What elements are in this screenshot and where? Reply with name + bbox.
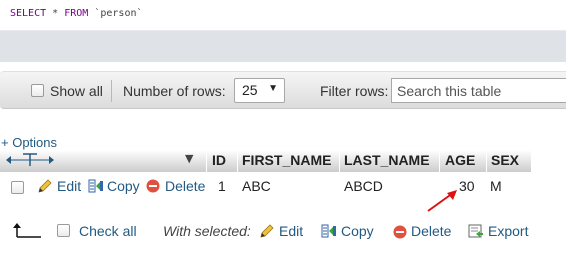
show-all-checkbox[interactable] bbox=[31, 84, 44, 97]
column-expand-arrows-icon[interactable] bbox=[5, 152, 55, 172]
navigation-toolbar: Show all Number of rows: 25 ▼ Filter row… bbox=[0, 71, 566, 109]
copy-icon[interactable] bbox=[88, 178, 104, 198]
row-copy-link[interactable]: Copy bbox=[107, 178, 140, 194]
filter-rows-input[interactable]: Search this table bbox=[391, 78, 566, 103]
column-header-age[interactable]: AGE bbox=[445, 152, 475, 168]
cell-id: 1 bbox=[218, 178, 226, 194]
rows-select-value: 25 bbox=[242, 82, 258, 98]
cell-first-name: ABC bbox=[242, 178, 271, 194]
delete-icon[interactable] bbox=[146, 179, 160, 197]
filter-rows-placeholder: Search this table bbox=[397, 83, 502, 99]
copy-icon[interactable] bbox=[321, 223, 337, 243]
annotation-arrow-icon bbox=[425, 188, 461, 218]
bulk-copy-link[interactable]: Copy bbox=[341, 223, 374, 239]
sql-query-text: SELECT * FROM `person` bbox=[10, 8, 143, 19]
column-header-last-name[interactable]: LAST_NAME bbox=[344, 152, 430, 168]
column-separator bbox=[237, 150, 238, 172]
row-edit-link[interactable]: Edit bbox=[57, 178, 81, 194]
column-separator bbox=[439, 150, 440, 172]
toolbar-divider bbox=[111, 80, 112, 102]
column-separator bbox=[206, 150, 207, 172]
sql-query-footer bbox=[0, 30, 566, 62]
column-header-first-name[interactable]: FIRST_NAME bbox=[242, 152, 331, 168]
row-delete-link[interactable]: Delete bbox=[165, 178, 205, 194]
bulk-edit-link[interactable]: Edit bbox=[279, 223, 303, 239]
dropdown-caret-icon: ▼ bbox=[268, 83, 278, 94]
number-of-rows-select[interactable]: 25 ▼ bbox=[234, 78, 285, 103]
delete-icon[interactable] bbox=[393, 225, 407, 243]
filter-rows-label: Filter rows: bbox=[320, 83, 389, 99]
sql-keyword-select: SELECT bbox=[10, 8, 47, 19]
column-header-id[interactable]: ID bbox=[212, 152, 226, 168]
export-icon[interactable] bbox=[468, 223, 484, 243]
bulk-delete-link[interactable]: Delete bbox=[411, 223, 451, 239]
sort-dropdown-icon[interactable]: ▼ bbox=[185, 152, 193, 165]
column-separator bbox=[486, 150, 487, 172]
sql-table-name: `person` bbox=[94, 8, 143, 19]
sql-star: * bbox=[52, 8, 59, 19]
pencil-icon[interactable] bbox=[259, 223, 275, 243]
sql-query-box: SELECT * FROM `person` bbox=[0, 0, 566, 62]
export-link[interactable]: Export bbox=[488, 223, 528, 239]
row-select-checkbox[interactable] bbox=[11, 181, 24, 194]
cell-age: 30 bbox=[459, 178, 475, 194]
options-link[interactable]: + Options bbox=[1, 135, 57, 150]
sql-keyword-from: FROM bbox=[64, 8, 89, 19]
show-all-label[interactable]: Show all bbox=[50, 83, 103, 99]
pencil-icon[interactable] bbox=[37, 178, 53, 198]
with-selected-label: With selected: bbox=[163, 223, 251, 239]
check-all-label[interactable]: Check all bbox=[79, 223, 137, 239]
column-separator bbox=[339, 150, 340, 172]
cell-sex: M bbox=[490, 178, 502, 194]
number-of-rows-label: Number of rows: bbox=[123, 83, 226, 99]
column-header-sex[interactable]: SEX bbox=[491, 152, 519, 168]
check-all-checkbox[interactable] bbox=[57, 224, 70, 237]
cell-last-name: ABCD bbox=[344, 178, 383, 194]
select-all-arrow-icon bbox=[12, 222, 42, 244]
